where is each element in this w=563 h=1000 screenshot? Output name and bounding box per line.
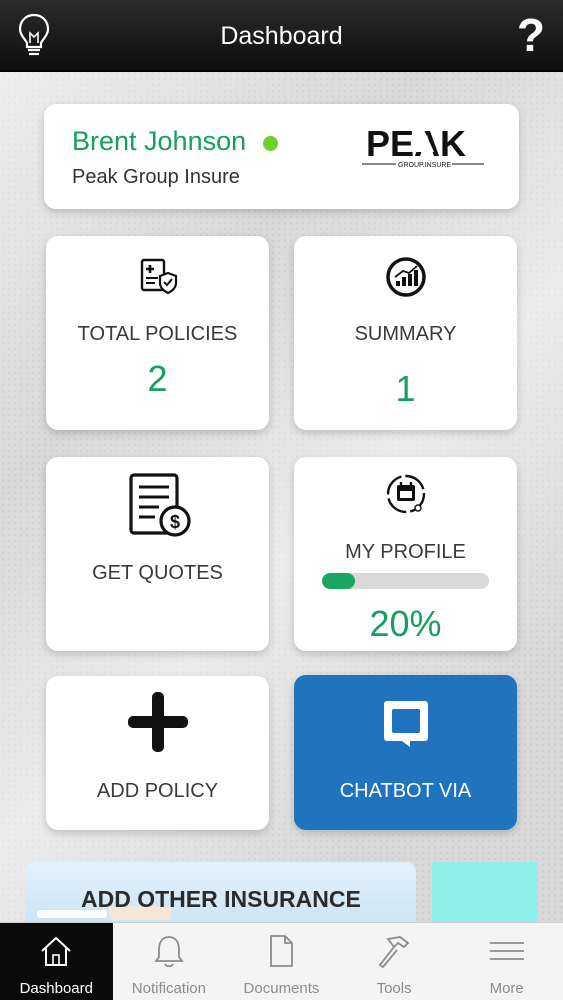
tab-tools[interactable]: Tools <box>338 923 451 1000</box>
svg-text:$: $ <box>169 512 179 532</box>
summary-value: 1 <box>395 368 416 409</box>
logo-subtext: GROUP.INSURE <box>398 162 451 169</box>
document-icon <box>270 935 294 967</box>
chatbot-label: CHATBOT VIA <box>339 780 472 802</box>
summary-label: SUMMARY <box>354 323 457 345</box>
profile-progress-text: 20% <box>369 603 442 644</box>
user-name: Brent Johnson <box>72 126 247 156</box>
summary-tile[interactable]: SUMMARY 1 <box>294 236 517 430</box>
quote-document-dollar-icon: $ <box>128 473 191 537</box>
tab-notification[interactable]: Notification <box>113 923 226 1000</box>
page-title: Dashboard <box>220 22 343 50</box>
menu-icon <box>489 942 524 960</box>
tab-documents[interactable]: Documents <box>225 923 338 1000</box>
company-logo: PEAK GROUP.INSURE <box>362 123 484 169</box>
chat-bubble-icon <box>383 701 428 747</box>
chatbot-tile[interactable]: CHATBOT VIA <box>294 675 517 830</box>
help-button[interactable]: ? <box>517 8 545 62</box>
get-quotes-tile[interactable]: $ GET QUOTES <box>46 457 269 651</box>
home-icon <box>41 936 71 966</box>
tab-tools-label: Tools <box>376 980 412 997</box>
app-header: Dashboard ? <box>0 0 563 72</box>
total-policies-tile[interactable]: TOTAL POLICIES 2 <box>46 236 269 430</box>
user-profile-card[interactable]: Brent Johnson Peak Group Insure PEAK GRO… <box>44 104 519 209</box>
get-quotes-label: GET QUOTES <box>92 562 223 584</box>
company-name: Peak Group Insure <box>72 166 240 188</box>
add-policy-label: ADD POLICY <box>96 780 219 802</box>
hammer-icon <box>378 936 410 969</box>
add-other-insurance-label: ADD OTHER INSURANCE <box>81 886 361 912</box>
logo-text: PEAK <box>366 123 466 164</box>
online-status-indicator <box>263 136 278 151</box>
profile-progress-bar <box>322 573 489 589</box>
add-policy-tile[interactable]: ADD POLICY <box>46 676 269 830</box>
profile-calendar-icon <box>386 474 425 514</box>
tab-more-label: More <box>489 980 524 997</box>
tab-more[interactable]: More <box>450 923 563 1000</box>
bottom-tab-bar: Dashboard Notification Documents Tools M… <box>0 922 563 1000</box>
profile-progress-fill <box>322 573 356 589</box>
total-policies-value: 2 <box>147 358 168 399</box>
total-policies-label: TOTAL POLICIES <box>77 323 238 345</box>
tab-notification-label: Notification <box>131 980 206 997</box>
tab-dashboard-label: Dashboard <box>19 980 93 997</box>
my-profile-tile[interactable]: MY PROFILE 20% <box>294 457 517 651</box>
bell-icon <box>154 936 184 968</box>
my-profile-label: MY PROFILE <box>345 541 466 563</box>
plus-icon <box>127 692 188 752</box>
tab-dashboard[interactable]: Dashboard <box>0 923 113 1000</box>
summary-chart-icon <box>385 257 426 297</box>
tab-documents-label: Documents <box>243 980 320 997</box>
policy-shield-icon <box>140 258 177 295</box>
